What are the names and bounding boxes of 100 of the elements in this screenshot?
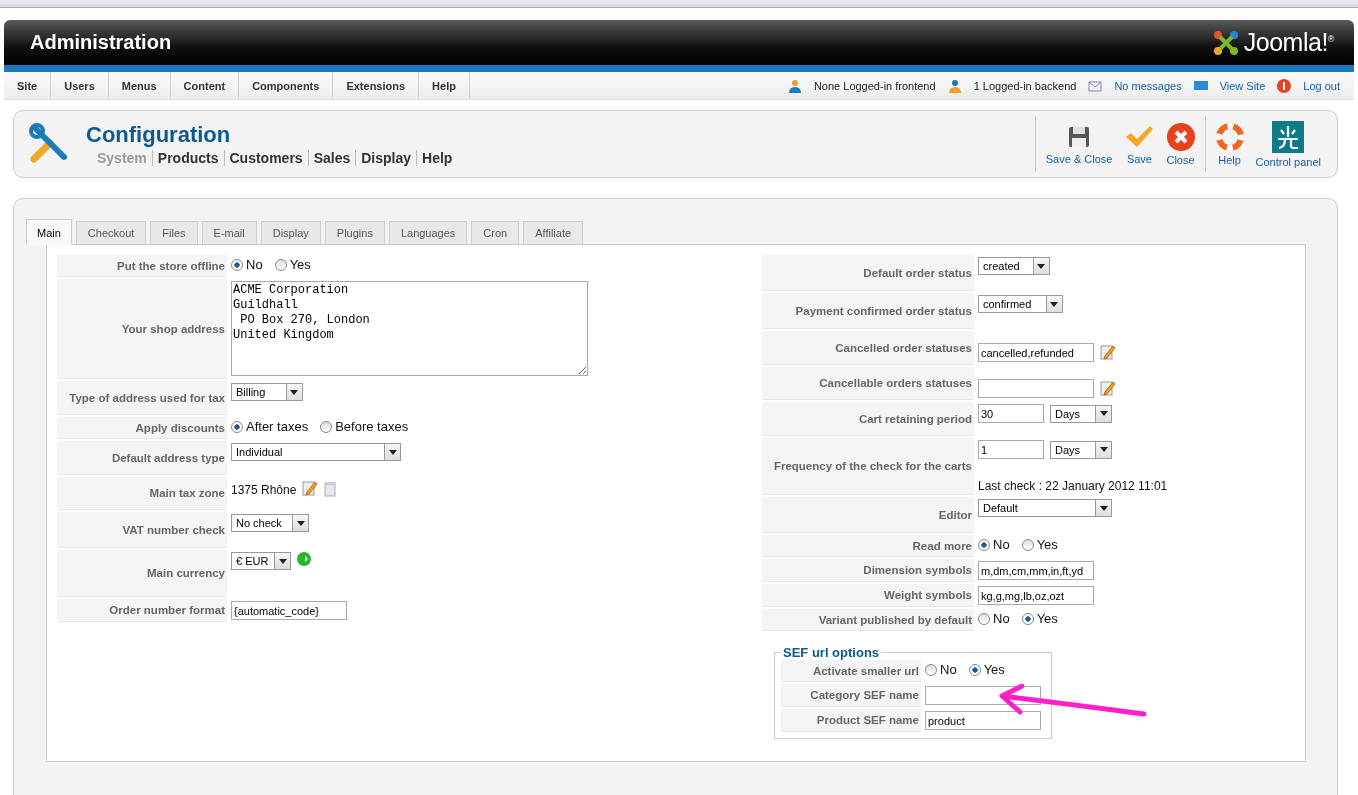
field-label: Default address type: [57, 441, 227, 475]
field-label: Dimension symbols: [762, 559, 974, 582]
radio-option[interactable]: After taxes: [231, 419, 309, 434]
edit-icon[interactable]: [1100, 343, 1116, 361]
subnav-link[interactable]: Sales: [307, 150, 356, 166]
caret-icon: [1095, 500, 1111, 516]
field-label: Main tax zone: [57, 477, 227, 510]
menu-item[interactable]: Components: [239, 72, 334, 99]
toolbar-button[interactable]: Close: [1160, 120, 1201, 168]
menu-item[interactable]: Extensions: [333, 72, 420, 99]
status-text: 1 Logged-in backend: [973, 79, 1077, 92]
radio-option[interactable]: Yes: [968, 662, 1005, 677]
field-label: Frequency of the check for the carts: [762, 438, 974, 495]
field-label: Product SEF name: [781, 709, 921, 732]
tab[interactable]: Plugins: [324, 221, 385, 245]
toolbar-button[interactable]: Save: [1118, 121, 1161, 167]
field-label: Variant published by default: [762, 609, 974, 631]
field-label: VAT number check: [57, 512, 227, 548]
checkmark-icon: [1124, 123, 1155, 150]
field-label: Default order status: [762, 255, 974, 291]
field-label: Read more: [762, 535, 974, 557]
user-icon: [787, 78, 802, 93]
caret-icon: [1095, 405, 1111, 422]
caret-icon: [1095, 441, 1111, 458]
address-field[interactable]: ACME Corporation Guildhall PO Box 270, London United Kingdom: [231, 281, 588, 376]
toolbar-button[interactable]: Help: [1209, 120, 1250, 168]
logout-icon: [1277, 78, 1292, 93]
tab[interactable]: Affiliate: [523, 221, 584, 245]
field-label: Apply discounts: [57, 417, 227, 439]
menu-item[interactable]: Content: [170, 72, 240, 99]
radio-option[interactable]: Yes: [274, 257, 311, 272]
caret-icon: [292, 515, 308, 531]
radio-option[interactable]: No: [231, 257, 263, 272]
dropdown[interactable]: € EUR: [231, 552, 291, 570]
dropdown[interactable]: Days: [1050, 404, 1112, 423]
toolbar-button[interactable]: Save & Close: [1039, 121, 1119, 167]
edit-icon[interactable]: [302, 479, 319, 497]
subnav-link[interactable]: Display: [355, 150, 417, 166]
status-link[interactable]: Log out: [1303, 79, 1340, 92]
caret-icon: [1045, 296, 1062, 312]
field-label: Cart retaining period: [762, 402, 974, 436]
text-field[interactable]: cancelled,refunded: [978, 343, 1094, 362]
number-field[interactable]: 30: [978, 404, 1044, 423]
tab[interactable]: Display: [260, 221, 321, 245]
subnav-link[interactable]: Help: [416, 150, 458, 166]
field-label: Activate smaller url: [781, 660, 921, 682]
control-panel-icon: [1272, 120, 1305, 153]
logo-text: Joomla!$^{®}$: [1243, 28, 1334, 57]
text-field[interactable]: product: [925, 711, 1041, 730]
tab[interactable]: Checkout: [75, 221, 147, 245]
field-label: Main currency: [57, 550, 227, 597]
dropdown[interactable]: Default: [978, 499, 1112, 517]
page-title: Configuration: [86, 122, 232, 148]
status-link[interactable]: No messages: [1114, 79, 1182, 92]
dropdown[interactable]: Individual: [231, 443, 401, 461]
field-label: Put the store offline: [57, 255, 227, 277]
envelope-icon: [1088, 79, 1103, 92]
menu-item[interactable]: Users: [51, 72, 109, 99]
number-field[interactable]: 1: [978, 440, 1044, 459]
tools-icon: [28, 123, 70, 165]
dropdown[interactable]: Billing: [231, 383, 303, 401]
tab[interactable]: Main: [26, 219, 72, 245]
tab[interactable]: E-mail: [201, 221, 257, 245]
tab[interactable]: Files: [150, 221, 198, 245]
caret-icon: [384, 444, 400, 460]
radio-option[interactable]: Before taxes: [320, 419, 409, 434]
header-title: Administration: [30, 31, 172, 54]
text-field[interactable]: {automatic_code}: [231, 601, 347, 620]
edit-icon[interactable]: [1100, 379, 1116, 397]
radio-option[interactable]: No: [978, 537, 1010, 552]
field-label: Your shop address: [57, 279, 227, 379]
status-text: None Logged-in frontend: [813, 79, 936, 92]
text-field[interactable]: kg,g,mg,lb,oz,ozt: [978, 586, 1094, 605]
tab[interactable]: Languages: [388, 221, 468, 245]
tab[interactable]: Cron: [471, 221, 520, 245]
menu-item[interactable]: Site: [4, 72, 52, 99]
field-label: Cancellable orders statuses: [762, 367, 974, 400]
dropdown[interactable]: confirmed: [978, 295, 1063, 313]
radio-option[interactable]: No: [925, 662, 957, 677]
dropdown[interactable]: No check: [231, 514, 309, 532]
toolbar-button[interactable]: Control panel: [1249, 118, 1327, 170]
dropdown[interactable]: Days: [1050, 440, 1112, 459]
tax-zone-value: 1375 Rhône: [231, 483, 297, 497]
subnav-link[interactable]: Customers: [223, 150, 308, 166]
field-label: Editor: [762, 497, 974, 533]
lifebuoy-icon: [1215, 122, 1244, 151]
radio-option[interactable]: No: [978, 611, 1010, 626]
dropdown[interactable]: created: [978, 257, 1050, 275]
menu-item[interactable]: Help: [419, 72, 470, 99]
text-field[interactable]: m,dm,cm,mm,in,ft,yd: [978, 561, 1094, 580]
text-field[interactable]: [978, 379, 1094, 398]
subnav-link[interactable]: Products: [151, 150, 224, 166]
monitor-icon: [1193, 79, 1208, 92]
field-label: Cancelled order statuses: [762, 331, 974, 365]
radio-option[interactable]: Yes: [1021, 611, 1058, 626]
status-link[interactable]: View Site: [1219, 79, 1266, 92]
logo-icon: [1211, 28, 1240, 57]
menu-item[interactable]: Menus: [108, 72, 171, 99]
caret-icon: [285, 384, 302, 400]
radio-option[interactable]: Yes: [1021, 537, 1058, 552]
